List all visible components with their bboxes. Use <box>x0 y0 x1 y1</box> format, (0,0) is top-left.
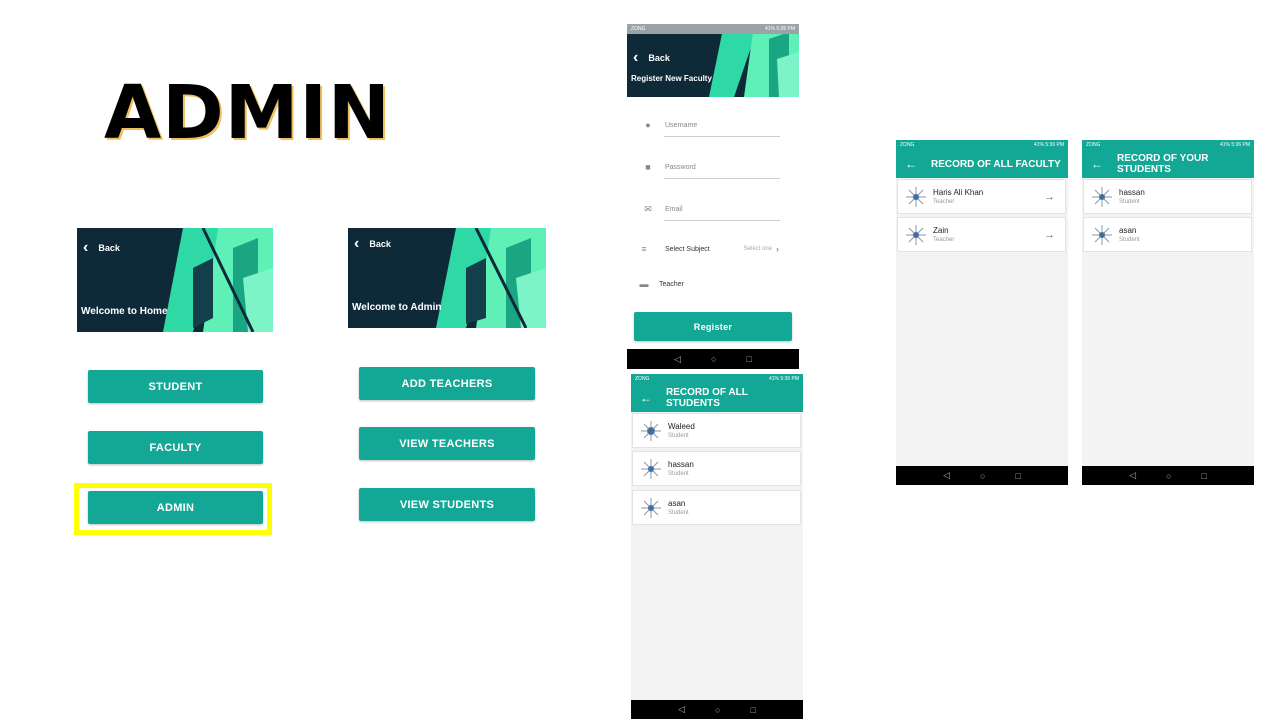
faculty-appbar: ← RECORD OF ALL FACULTY <box>896 150 1068 178</box>
status-bar: ZONG 41% 5:36 PM <box>896 140 1068 150</box>
arrow-left-icon[interactable]: ← <box>640 391 652 405</box>
home-circle-icon[interactable]: ○ <box>715 705 720 715</box>
student-button[interactable]: STUDENT <box>88 370 263 403</box>
home-circle-icon[interactable]: ○ <box>711 354 716 364</box>
email-underline <box>664 220 780 221</box>
status-bar: ZONG 41% 5:36 PM <box>1082 140 1254 150</box>
list-icon: ≡ <box>641 244 647 254</box>
register-button[interactable]: Register <box>634 312 792 341</box>
avatar <box>1091 186 1113 208</box>
list-item[interactable]: Zain Teacher → <box>897 217 1066 252</box>
back-triangle-icon[interactable]: ◁ <box>1129 470 1136 481</box>
register-title: Register New Faculty <box>631 74 712 83</box>
home-circle-icon[interactable]: ○ <box>1166 471 1171 481</box>
avatar <box>1091 224 1113 246</box>
recents-square-icon[interactable]: □ <box>1015 471 1020 481</box>
password-field[interactable]: ■ Password <box>643 162 695 172</box>
arrow-left-icon[interactable]: ← <box>905 157 917 171</box>
lock-icon: ■ <box>645 162 651 172</box>
email-field[interactable]: ✉ Email <box>643 203 682 214</box>
avatar <box>905 224 927 246</box>
add-teachers-button[interactable]: ADD TEACHERS <box>359 367 535 400</box>
subject-select[interactable]: ≡ Select Subject Select one › <box>639 244 779 254</box>
chevron-right-icon: › <box>776 244 779 254</box>
list-item[interactable]: asan Student <box>632 490 801 525</box>
recents-square-icon[interactable]: □ <box>1201 471 1206 481</box>
android-nav-bar: ◁ ○ □ <box>896 466 1068 485</box>
arrow-right-icon[interactable]: → <box>1044 229 1055 241</box>
avatar <box>640 458 662 480</box>
avatar <box>640 497 662 519</box>
status-bar: ZONG 41% 5:36 PM <box>627 24 799 34</box>
person-icon: ● <box>645 120 651 130</box>
admin-button[interactable]: ADMIN <box>88 491 263 524</box>
back-button[interactable]: ‹ Back <box>633 50 670 66</box>
list-item[interactable]: hassan Student <box>1083 179 1252 214</box>
mail-icon: ✉ <box>644 203 652 214</box>
list-item[interactable]: asan Student <box>1083 217 1252 252</box>
home-banner: ‹ Back Welcome to Home <box>77 228 273 332</box>
view-teachers-button[interactable]: VIEW TEACHERS <box>359 427 535 460</box>
banner-art-icon <box>709 24 799 97</box>
welcome-admin-text: Welcome to Admin <box>352 302 442 313</box>
view-students-button[interactable]: VIEW STUDENTS <box>359 488 535 521</box>
back-button[interactable]: ‹ Back <box>354 236 391 252</box>
arrow-right-icon[interactable]: → <box>1044 191 1055 203</box>
banner-art-icon <box>163 228 273 332</box>
android-nav-bar: ◁ ○ □ <box>1082 466 1254 485</box>
register-banner: ZONG 41% 5:36 PM ‹ Back Register New Fac… <box>627 24 799 97</box>
banner-art-icon <box>436 228 546 328</box>
avatar <box>640 420 662 442</box>
back-button[interactable]: ‹ Back <box>83 240 120 256</box>
welcome-home-text: Welcome to Home <box>81 306 168 317</box>
recents-square-icon[interactable]: □ <box>750 705 755 715</box>
role-field[interactable]: ▬ Teacher <box>639 279 684 289</box>
list-item[interactable]: hassan Student <box>632 451 801 486</box>
briefcase-icon: ▬ <box>639 279 649 289</box>
back-triangle-icon[interactable]: ◁ <box>943 470 950 481</box>
chevron-left-icon: ‹ <box>83 239 89 256</box>
back-triangle-icon[interactable]: ◁ <box>674 354 681 365</box>
back-triangle-icon[interactable]: ◁ <box>678 704 685 715</box>
your-students-appbar: ← RECORD OF YOUR STUDENTS <box>1082 150 1254 178</box>
recents-square-icon[interactable]: □ <box>746 354 751 364</box>
list-item[interactable]: Haris Ali Khan Teacher → <box>897 179 1066 214</box>
arrow-left-icon[interactable]: ← <box>1091 157 1103 171</box>
chevron-left-icon: ‹ <box>354 235 360 252</box>
admin-banner: ‹ Back Welcome to Admin <box>348 228 546 328</box>
faculty-button[interactable]: FACULTY <box>88 431 263 464</box>
list-item[interactable]: Waleed Student <box>632 413 801 448</box>
username-underline <box>664 136 780 137</box>
password-underline <box>664 178 780 179</box>
android-nav-bar: ◁ ○ □ <box>631 700 803 719</box>
android-nav-bar: ◁ ○ □ <box>627 349 799 369</box>
username-field[interactable]: ● Username <box>643 120 697 130</box>
status-bar: ZONG 41% 5:36 PM <box>631 374 803 384</box>
avatar <box>905 186 927 208</box>
chevron-left-icon: ‹ <box>633 49 639 66</box>
students-appbar: ← RECORD OF ALL STUDENTS <box>631 384 803 412</box>
slide-title: ADMIN <box>104 70 391 156</box>
home-circle-icon[interactable]: ○ <box>980 471 985 481</box>
